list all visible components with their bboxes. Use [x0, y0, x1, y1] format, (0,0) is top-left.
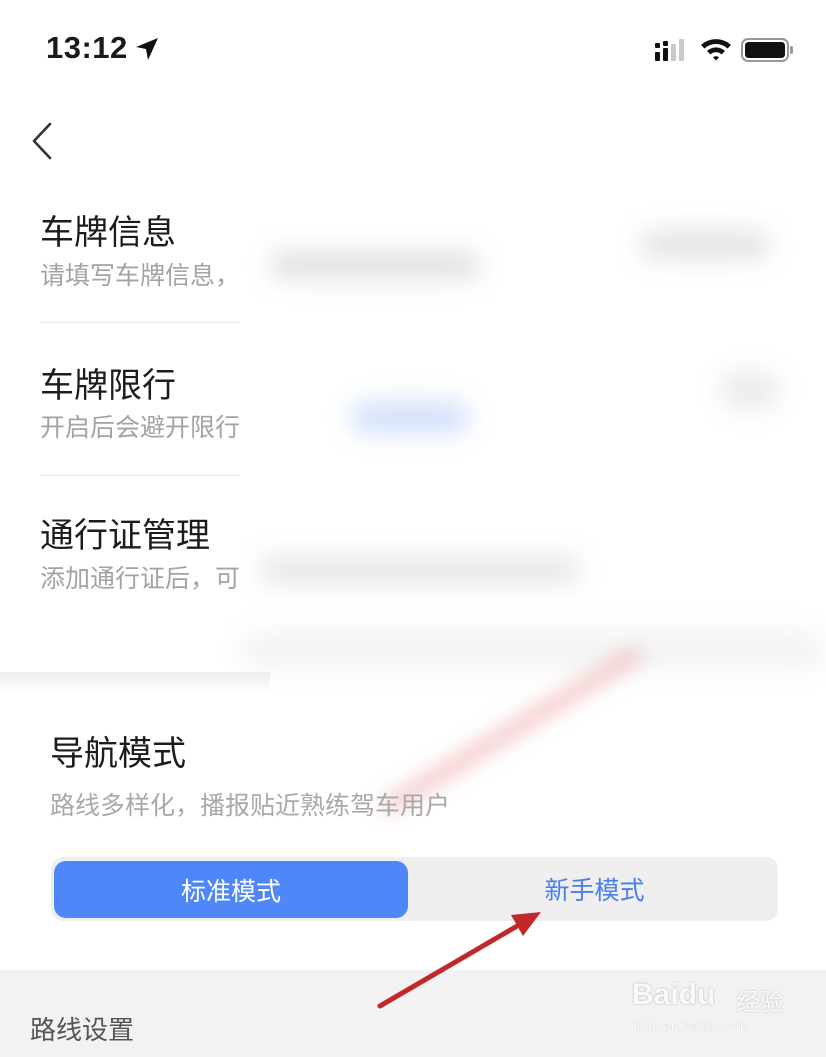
row-subtitle: 请填写车牌信息，: [40, 261, 241, 290]
route-settings-title: 路线设置: [30, 1016, 135, 1046]
watermark-url: jingyan.baidu.com: [634, 1018, 748, 1033]
beginner-mode-button[interactable]: 新手模式: [411, 857, 778, 921]
row-title: 通行证管理: [40, 516, 210, 556]
battery-icon: [741, 38, 793, 62]
back-chevron-icon[interactable]: [28, 120, 58, 162]
watermark-brand: Baidu: [632, 978, 716, 1011]
divider: [40, 475, 240, 476]
nav-mode-segmented-control: 标准模式 新手模式: [51, 857, 778, 921]
row-subtitle: 开启后会避开限行: [40, 413, 241, 442]
row-title: 车牌信息: [40, 213, 176, 253]
location-arrow-icon: [136, 38, 158, 60]
nav-mode-subtitle: 路线多样化，播报贴近熟练驾车用户: [50, 791, 451, 820]
divider: [40, 322, 240, 323]
nav-mode-title: 导航模式: [50, 734, 186, 774]
watermark-cn: 经验: [736, 988, 784, 1016]
row-title: 车牌限行: [40, 366, 176, 406]
cellular-signal-icon: [655, 39, 684, 61]
baidu-jingyan-watermark: Baidu 经验 jingyan.baidu.com: [632, 968, 792, 1038]
panel-shadow: [0, 672, 270, 694]
status-time: 13:12: [46, 30, 128, 65]
wifi-icon: [701, 39, 731, 61]
standard-mode-button[interactable]: 标准模式: [54, 861, 408, 918]
row-subtitle: 添加通行证后，可: [40, 564, 241, 593]
status-bar: 13:12: [0, 0, 826, 100]
